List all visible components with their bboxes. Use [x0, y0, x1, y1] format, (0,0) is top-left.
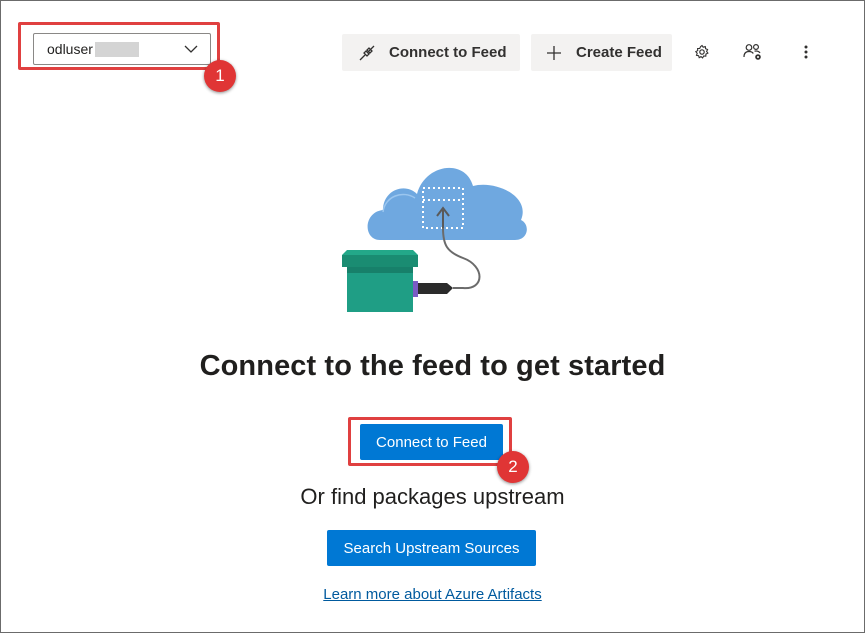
- connect-to-feed-toolbar-button[interactable]: Connect to Feed: [342, 34, 520, 71]
- plug-icon: [359, 45, 375, 60]
- callout-badge-1: 1: [204, 60, 236, 92]
- search-upstream-sources-button[interactable]: Search Upstream Sources: [327, 530, 536, 566]
- package-box-icon: [342, 250, 418, 312]
- gear-icon: [694, 44, 709, 59]
- settings-button[interactable]: [690, 40, 714, 64]
- create-feed-button[interactable]: Create Feed: [531, 34, 672, 71]
- more-vertical-icon: [804, 45, 808, 59]
- create-feed-label: Create Feed: [576, 44, 662, 61]
- permissions-button[interactable]: [742, 40, 766, 64]
- learn-more-link[interactable]: Learn more about Azure Artifacts: [0, 586, 865, 603]
- callout-highlight-selector: [18, 22, 220, 70]
- subheading: Or find packages upstream: [300, 484, 565, 509]
- more-options-button[interactable]: [794, 40, 818, 64]
- user-settings-icon: [743, 43, 761, 60]
- page-headline: Connect to the feed to get started: [199, 350, 666, 382]
- cloud-icon: [367, 167, 527, 240]
- callout-highlight-connect: [348, 417, 512, 466]
- plus-icon: [547, 45, 561, 60]
- connect-feed-illustration: [342, 167, 527, 312]
- callout-badge-2: 2: [497, 451, 529, 483]
- connect-to-feed-toolbar-label: Connect to Feed: [389, 44, 507, 61]
